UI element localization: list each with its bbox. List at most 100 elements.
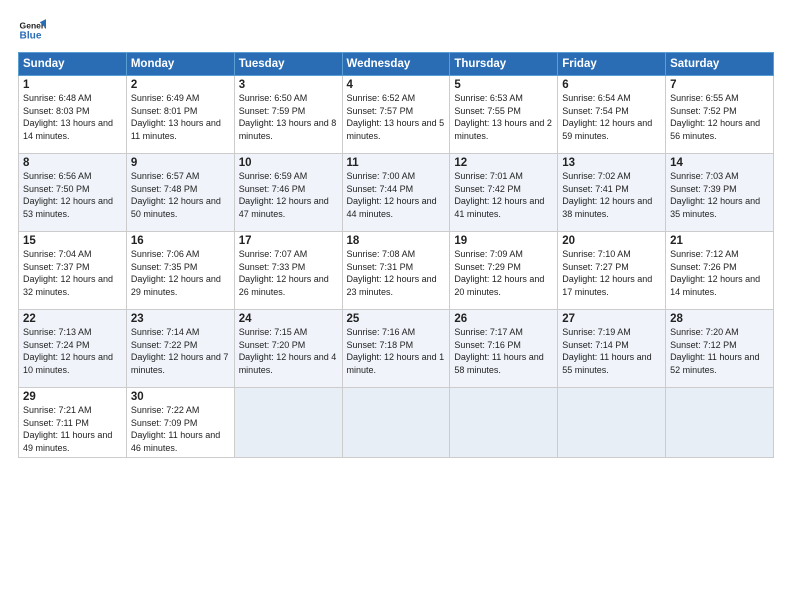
- calendar-cell: 16 Sunrise: 7:06 AMSunset: 7:35 PMDaylig…: [126, 232, 234, 310]
- day-info: Sunrise: 6:49 AMSunset: 8:01 PMDaylight:…: [131, 93, 221, 141]
- col-header-tuesday: Tuesday: [234, 53, 342, 76]
- calendar-cell: 6 Sunrise: 6:54 AMSunset: 7:54 PMDayligh…: [558, 76, 666, 154]
- day-info: Sunrise: 7:13 AMSunset: 7:24 PMDaylight:…: [23, 327, 113, 375]
- day-info: Sunrise: 7:15 AMSunset: 7:20 PMDaylight:…: [239, 327, 337, 375]
- calendar-cell: 8 Sunrise: 6:56 AMSunset: 7:50 PMDayligh…: [19, 154, 127, 232]
- day-info: Sunrise: 7:02 AMSunset: 7:41 PMDaylight:…: [562, 171, 652, 219]
- day-info: Sunrise: 6:54 AMSunset: 7:54 PMDaylight:…: [562, 93, 652, 141]
- page: General Blue SundayMondayTuesdayWednesda…: [0, 0, 792, 612]
- calendar-cell: 18 Sunrise: 7:08 AMSunset: 7:31 PMDaylig…: [342, 232, 450, 310]
- day-info: Sunrise: 6:55 AMSunset: 7:52 PMDaylight:…: [670, 93, 760, 141]
- day-number: 23: [131, 313, 230, 325]
- calendar-cell: 9 Sunrise: 6:57 AMSunset: 7:48 PMDayligh…: [126, 154, 234, 232]
- day-number: 13: [562, 157, 661, 169]
- calendar-cell: 30 Sunrise: 7:22 AMSunset: 7:09 PMDaylig…: [126, 388, 234, 458]
- day-info: Sunrise: 7:08 AMSunset: 7:31 PMDaylight:…: [347, 249, 437, 297]
- day-info: Sunrise: 7:21 AMSunset: 7:11 PMDaylight:…: [23, 405, 112, 453]
- calendar-cell: 21 Sunrise: 7:12 AMSunset: 7:26 PMDaylig…: [666, 232, 774, 310]
- calendar-cell: 17 Sunrise: 7:07 AMSunset: 7:33 PMDaylig…: [234, 232, 342, 310]
- col-header-sunday: Sunday: [19, 53, 127, 76]
- calendar-cell: 12 Sunrise: 7:01 AMSunset: 7:42 PMDaylig…: [450, 154, 558, 232]
- calendar-cell: 26 Sunrise: 7:17 AMSunset: 7:16 PMDaylig…: [450, 310, 558, 388]
- calendar-cell: 23 Sunrise: 7:14 AMSunset: 7:22 PMDaylig…: [126, 310, 234, 388]
- calendar-cell: 5 Sunrise: 6:53 AMSunset: 7:55 PMDayligh…: [450, 76, 558, 154]
- calendar-cell: 14 Sunrise: 7:03 AMSunset: 7:39 PMDaylig…: [666, 154, 774, 232]
- calendar-cell: [666, 388, 774, 458]
- day-info: Sunrise: 6:53 AMSunset: 7:55 PMDaylight:…: [454, 93, 552, 141]
- day-info: Sunrise: 7:09 AMSunset: 7:29 PMDaylight:…: [454, 249, 544, 297]
- day-number: 12: [454, 157, 553, 169]
- calendar-cell: 10 Sunrise: 6:59 AMSunset: 7:46 PMDaylig…: [234, 154, 342, 232]
- calendar-cell: [450, 388, 558, 458]
- day-number: 27: [562, 313, 661, 325]
- day-number: 11: [347, 157, 446, 169]
- day-number: 2: [131, 79, 230, 91]
- day-info: Sunrise: 6:59 AMSunset: 7:46 PMDaylight:…: [239, 171, 329, 219]
- day-number: 3: [239, 79, 338, 91]
- day-number: 24: [239, 313, 338, 325]
- calendar-table: SundayMondayTuesdayWednesdayThursdayFrid…: [18, 52, 774, 458]
- calendar-cell: 2 Sunrise: 6:49 AMSunset: 8:01 PMDayligh…: [126, 76, 234, 154]
- day-info: Sunrise: 7:06 AMSunset: 7:35 PMDaylight:…: [131, 249, 221, 297]
- calendar-week-row: 22 Sunrise: 7:13 AMSunset: 7:24 PMDaylig…: [19, 310, 774, 388]
- day-info: Sunrise: 6:50 AMSunset: 7:59 PMDaylight:…: [239, 93, 337, 141]
- day-number: 8: [23, 157, 122, 169]
- day-info: Sunrise: 7:17 AMSunset: 7:16 PMDaylight:…: [454, 327, 543, 375]
- day-number: 9: [131, 157, 230, 169]
- day-info: Sunrise: 6:57 AMSunset: 7:48 PMDaylight:…: [131, 171, 221, 219]
- day-number: 19: [454, 235, 553, 247]
- day-info: Sunrise: 7:14 AMSunset: 7:22 PMDaylight:…: [131, 327, 229, 375]
- calendar-cell: 20 Sunrise: 7:10 AMSunset: 7:27 PMDaylig…: [558, 232, 666, 310]
- day-info: Sunrise: 6:48 AMSunset: 8:03 PMDaylight:…: [23, 93, 113, 141]
- day-number: 10: [239, 157, 338, 169]
- day-number: 20: [562, 235, 661, 247]
- col-header-saturday: Saturday: [666, 53, 774, 76]
- day-info: Sunrise: 7:20 AMSunset: 7:12 PMDaylight:…: [670, 327, 759, 375]
- col-header-wednesday: Wednesday: [342, 53, 450, 76]
- calendar-cell: 3 Sunrise: 6:50 AMSunset: 7:59 PMDayligh…: [234, 76, 342, 154]
- col-header-friday: Friday: [558, 53, 666, 76]
- day-info: Sunrise: 7:04 AMSunset: 7:37 PMDaylight:…: [23, 249, 113, 297]
- day-info: Sunrise: 7:03 AMSunset: 7:39 PMDaylight:…: [670, 171, 760, 219]
- day-info: Sunrise: 7:00 AMSunset: 7:44 PMDaylight:…: [347, 171, 437, 219]
- calendar-cell: [342, 388, 450, 458]
- calendar-week-row: 8 Sunrise: 6:56 AMSunset: 7:50 PMDayligh…: [19, 154, 774, 232]
- calendar-week-row: 1 Sunrise: 6:48 AMSunset: 8:03 PMDayligh…: [19, 76, 774, 154]
- day-number: 1: [23, 79, 122, 91]
- header: General Blue: [18, 16, 774, 44]
- general-blue-icon: General Blue: [18, 16, 46, 44]
- calendar-cell: 24 Sunrise: 7:15 AMSunset: 7:20 PMDaylig…: [234, 310, 342, 388]
- day-info: Sunrise: 7:07 AMSunset: 7:33 PMDaylight:…: [239, 249, 329, 297]
- day-info: Sunrise: 7:12 AMSunset: 7:26 PMDaylight:…: [670, 249, 760, 297]
- logo: General Blue: [18, 16, 50, 44]
- day-info: Sunrise: 6:56 AMSunset: 7:50 PMDaylight:…: [23, 171, 113, 219]
- day-number: 15: [23, 235, 122, 247]
- calendar-cell: 22 Sunrise: 7:13 AMSunset: 7:24 PMDaylig…: [19, 310, 127, 388]
- calendar-cell: 29 Sunrise: 7:21 AMSunset: 7:11 PMDaylig…: [19, 388, 127, 458]
- calendar-header-row: SundayMondayTuesdayWednesdayThursdayFrid…: [19, 53, 774, 76]
- day-number: 7: [670, 79, 769, 91]
- day-number: 25: [347, 313, 446, 325]
- day-number: 17: [239, 235, 338, 247]
- day-number: 18: [347, 235, 446, 247]
- calendar-cell: [234, 388, 342, 458]
- calendar-cell: 11 Sunrise: 7:00 AMSunset: 7:44 PMDaylig…: [342, 154, 450, 232]
- col-header-thursday: Thursday: [450, 53, 558, 76]
- day-number: 14: [670, 157, 769, 169]
- day-info: Sunrise: 7:22 AMSunset: 7:09 PMDaylight:…: [131, 405, 220, 453]
- calendar-cell: 25 Sunrise: 7:16 AMSunset: 7:18 PMDaylig…: [342, 310, 450, 388]
- day-number: 26: [454, 313, 553, 325]
- day-number: 5: [454, 79, 553, 91]
- calendar-cell: 4 Sunrise: 6:52 AMSunset: 7:57 PMDayligh…: [342, 76, 450, 154]
- calendar-cell: 7 Sunrise: 6:55 AMSunset: 7:52 PMDayligh…: [666, 76, 774, 154]
- svg-text:Blue: Blue: [20, 31, 42, 42]
- day-number: 29: [23, 391, 122, 403]
- calendar-cell: 13 Sunrise: 7:02 AMSunset: 7:41 PMDaylig…: [558, 154, 666, 232]
- calendar-week-row: 29 Sunrise: 7:21 AMSunset: 7:11 PMDaylig…: [19, 388, 774, 458]
- calendar-cell: 28 Sunrise: 7:20 AMSunset: 7:12 PMDaylig…: [666, 310, 774, 388]
- day-number: 16: [131, 235, 230, 247]
- day-info: Sunrise: 7:10 AMSunset: 7:27 PMDaylight:…: [562, 249, 652, 297]
- day-number: 21: [670, 235, 769, 247]
- col-header-monday: Monday: [126, 53, 234, 76]
- calendar-cell: 27 Sunrise: 7:19 AMSunset: 7:14 PMDaylig…: [558, 310, 666, 388]
